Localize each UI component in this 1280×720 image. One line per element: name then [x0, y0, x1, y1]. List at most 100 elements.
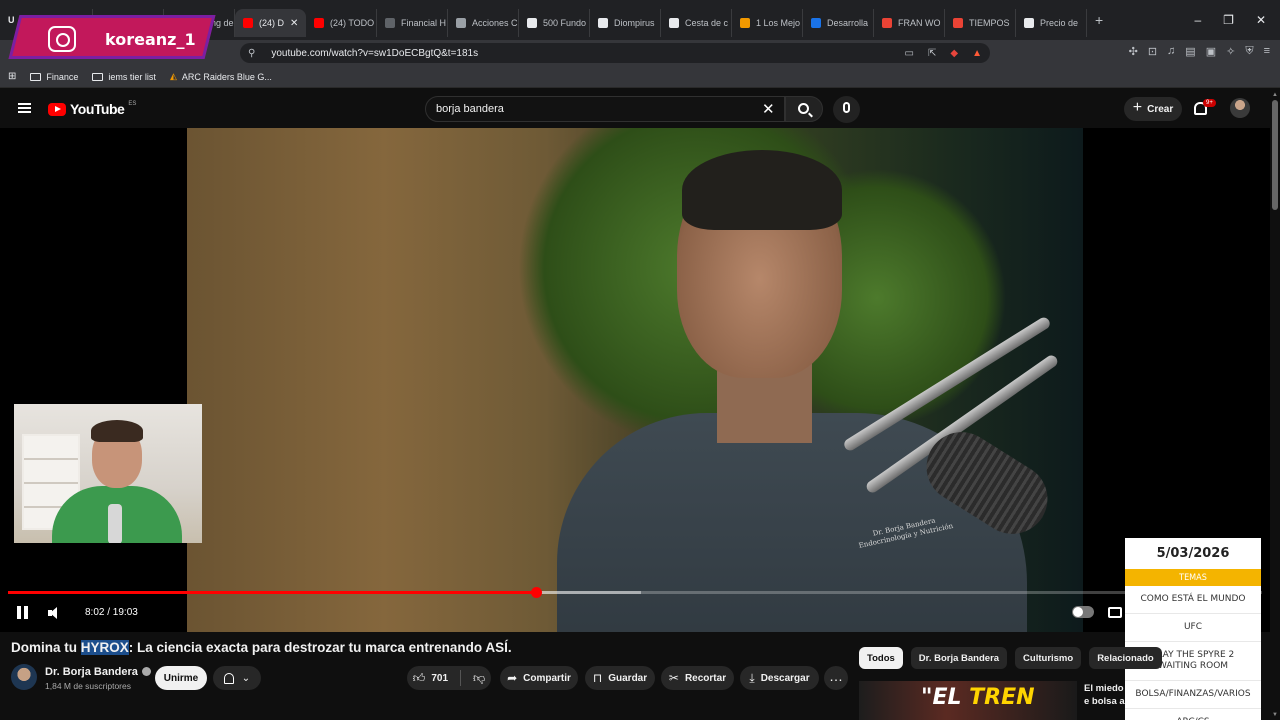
restore-icon[interactable]: ❐ — [1223, 13, 1234, 27]
tab-favicon-icon — [882, 18, 892, 28]
browser-tab[interactable]: 1 Los Mejo — [732, 9, 803, 37]
adblock-icon[interactable]: ◆ — [950, 48, 958, 59]
close-window-icon[interactable]: ✕ — [1256, 13, 1266, 27]
clear-search-icon[interactable]: ✕ — [762, 100, 775, 118]
download-icon: ⤓ — [749, 670, 755, 685]
new-tab-icon[interactable]: + — [1095, 12, 1103, 28]
folder-icon — [30, 72, 42, 81]
apps-grid-icon[interactable]: ⊞ — [8, 71, 16, 82]
folder-icon — [92, 72, 104, 81]
browser-tab[interactable]: FRAN WO — [874, 9, 945, 37]
tab-label: (24) D — [259, 18, 285, 28]
rewards-icon[interactable]: ▲ — [972, 48, 982, 59]
tab-label: Financial H — [401, 18, 447, 28]
browser-tab[interactable]: Desarrolla — [803, 9, 874, 37]
youtube-logo[interactable]: YouTube ES — [48, 101, 136, 117]
time-display: 8:02 / 19:03 — [85, 607, 138, 618]
topic-item: COMO ESTÁ EL MUNDO — [1125, 586, 1261, 614]
pause-icon[interactable] — [16, 606, 30, 620]
share-icon[interactable]: ⇱ — [928, 48, 936, 59]
subscription-bell-button[interactable]: ⌄ — [213, 666, 261, 690]
sidebar-icon[interactable]: ▤ — [1185, 45, 1195, 58]
save-button[interactable]: ⊓ Guardar — [585, 666, 655, 690]
address-bar[interactable]: ⚲ youtube.com/watch?v=sw1DoECBgtQ&t=181s… — [240, 43, 990, 63]
close-tab-icon[interactable]: ✕ — [290, 18, 298, 29]
topic-item: UFC — [1125, 614, 1261, 642]
progress-bar[interactable] — [8, 587, 1262, 598]
voice-search-button[interactable] — [833, 96, 860, 123]
minimize-icon[interactable]: – — [1194, 13, 1201, 27]
bookmark-finance[interactable]: Finance — [30, 72, 78, 82]
search-button[interactable] — [785, 96, 823, 122]
scroll-up-icon[interactable]: ▲ — [1272, 92, 1278, 98]
site-info-icon[interactable]: ⚲ — [248, 48, 255, 59]
like-dislike-group: 👍︎ 701 👎︎ — [407, 666, 491, 690]
volume-icon[interactable] — [48, 606, 64, 620]
like-button[interactable]: 👍︎ 701 — [413, 671, 448, 686]
browser-tab[interactable]: (24) D ✕ — [235, 9, 306, 37]
chip-related[interactable]: Relacionado — [1089, 647, 1162, 669]
chip-channel[interactable]: Dr. Borja Bandera — [910, 647, 1008, 669]
chip-bodybuilding[interactable]: Culturismo — [1015, 647, 1082, 669]
tab-label: Cesta de c — [685, 18, 729, 28]
autoplay-toggle[interactable] — [1072, 606, 1094, 618]
browser-tab[interactable]: Acciones C — [448, 9, 519, 37]
search-icon — [798, 103, 809, 114]
guest-hair — [682, 150, 842, 230]
chevron-down-icon: ⌄ — [241, 672, 251, 684]
thumbs-down-icon[interactable]: 👎︎ — [473, 671, 485, 686]
extensions-icon[interactable]: ✣ — [1129, 45, 1138, 58]
browser-tab[interactable]: Precio de — [1016, 9, 1087, 37]
scrollbar-thumb[interactable] — [1272, 100, 1278, 210]
browser-tab[interactable]: Cesta de c — [661, 9, 732, 37]
media-icon[interactable]: ♫ — [1167, 45, 1175, 58]
clip-button[interactable]: ✂ Recortar — [661, 666, 734, 690]
chip-all[interactable]: Todos — [859, 647, 903, 669]
plus-icon: + — [1132, 99, 1143, 116]
join-button[interactable]: Unirme — [155, 666, 207, 690]
account-avatar[interactable] — [1230, 98, 1250, 118]
subscriber-count: 1,84 M de suscriptores — [45, 681, 131, 691]
browser-tab[interactable]: Financial H — [377, 9, 448, 37]
download-button[interactable]: ⤓ Descargar — [740, 666, 819, 690]
menu-icon[interactable]: ≡ — [1264, 45, 1270, 58]
wallet-icon[interactable]: ▣ — [1206, 45, 1216, 58]
more-actions-icon[interactable]: … — [824, 666, 848, 690]
browser-tab[interactable]: 500 Fundo — [519, 9, 590, 37]
tab-label: 1 Los Mejo — [756, 18, 801, 28]
region-code: ES — [128, 101, 137, 107]
recommended-video-thumbnail[interactable]: "EL TREN — [859, 681, 1077, 720]
browser-tab[interactable]: (24) TODO — [306, 9, 377, 37]
webcam-hair — [91, 420, 143, 442]
download-label: Descargar — [760, 672, 810, 684]
title-highlight: HYROX — [80, 640, 129, 655]
bookmark-iems[interactable]: iems tier list — [92, 72, 156, 82]
bookmark-arc-raiders[interactable]: ◭ ARC Raiders Blue G... — [170, 71, 272, 82]
vpn-icon[interactable]: ⛨ — [1245, 45, 1253, 58]
divider — [460, 670, 462, 686]
screenshot-icon[interactable]: ⊡ — [1148, 45, 1157, 58]
stream-topics-panel: 5/03/2026 TEMAS COMO ESTÁ EL MUNDO UFC S… — [1125, 538, 1261, 720]
page-scrollbar[interactable]: ▲ ▼ — [1270, 90, 1280, 720]
cast-icon[interactable]: ▭ — [905, 48, 914, 59]
topic-item: BOLSA/FINANZAS/VARIOS — [1125, 681, 1261, 709]
channel-avatar[interactable] — [11, 664, 37, 690]
video-title: Domina tu HYROX: La ciencia exacta para … — [11, 640, 512, 655]
share-button[interactable]: ➦ Compartir — [500, 666, 578, 690]
youtube-play-icon — [48, 102, 66, 116]
subtitles-icon[interactable] — [1108, 607, 1122, 618]
title-part: : La ciencia exacta para destrozar tu ma… — [128, 640, 512, 655]
video-player[interactable]: Dr. Borja Bandera Endocrinología y Nutri… — [0, 128, 1270, 632]
search-input[interactable]: borja bandera — [425, 96, 785, 122]
scroll-down-icon[interactable]: ▼ — [1272, 712, 1278, 718]
browser-tab[interactable]: Diompirus — [590, 9, 661, 37]
recommended-video-title[interactable]: El miedo e bolsa a un — [1084, 682, 1130, 712]
create-button[interactable]: + Crear — [1124, 97, 1182, 121]
browser-tab[interactable]: TIEMPOS — [945, 9, 1016, 37]
search-query: borja bandera — [436, 103, 504, 115]
url-text: youtube.com/watch?v=sw1DoECBgtQ&t=181s — [271, 47, 479, 59]
channel-name[interactable]: Dr. Borja Bandera — [45, 666, 151, 678]
leo-icon[interactable]: ✧ — [1226, 45, 1235, 58]
menu-hamburger-icon[interactable] — [18, 103, 31, 113]
progress-scrubber[interactable] — [530, 587, 542, 598]
